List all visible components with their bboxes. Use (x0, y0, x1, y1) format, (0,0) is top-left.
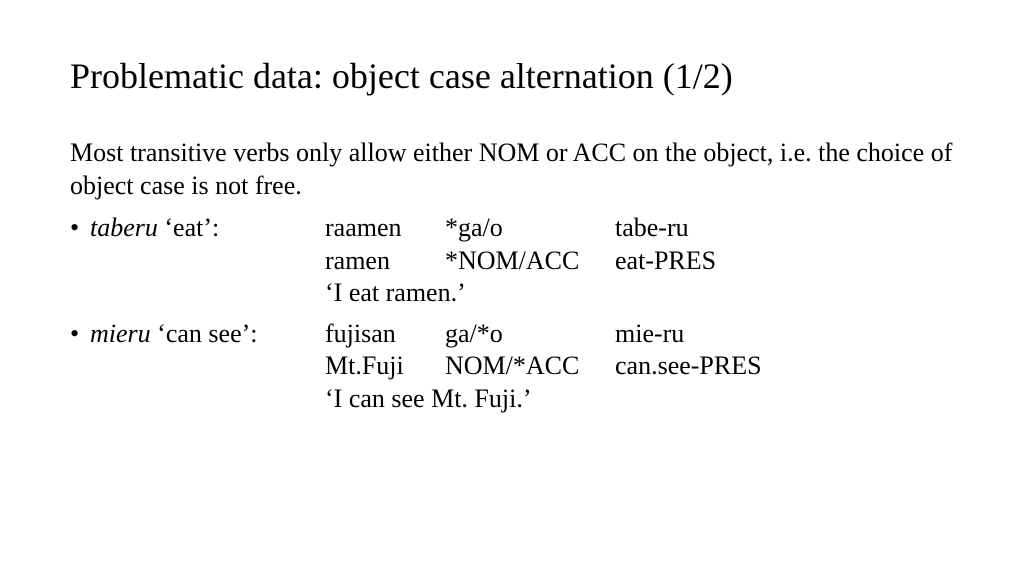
gloss-area: raamen *ga/o tabe-ru ramen *NOM/ACC eat-… (325, 212, 954, 310)
bullet-icon: • (70, 318, 90, 416)
gloss-cell: Mt.Fuji (325, 350, 445, 383)
gloss-area: fujisan ga/*o mie-ru Mt.Fuji NOM/*ACC ca… (325, 318, 954, 416)
example-entry: • mieru ‘can see’: fujisan ga/*o mie-ru … (70, 318, 954, 416)
verb-gloss: ‘can see’: (151, 319, 258, 348)
intro-text: Most transitive verbs only allow either … (70, 137, 954, 202)
gloss-cell: can.see-PRES (615, 350, 954, 383)
gloss-cell: eat-PRES (615, 245, 954, 278)
gloss-cell: *ga/o (445, 212, 615, 245)
bullet-icon: • (70, 212, 90, 310)
gloss-row: fujisan ga/*o mie-ru (325, 318, 954, 351)
verb-italic: taberu (90, 213, 158, 242)
verb-term: taberu ‘eat’: (90, 212, 325, 310)
verb-italic: mieru (90, 319, 151, 348)
gloss-cell: NOM/*ACC (445, 350, 615, 383)
gloss-row: ramen *NOM/ACC eat-PRES (325, 245, 954, 278)
translation-text: ‘I can see Mt. Fuji.’ (325, 383, 954, 416)
gloss-cell: ga/*o (445, 318, 615, 351)
gloss-cell: fujisan (325, 318, 445, 351)
verb-term: mieru ‘can see’: (90, 318, 325, 416)
example-entry: • taberu ‘eat’: raamen *ga/o tabe-ru ram… (70, 212, 954, 310)
gloss-row: raamen *ga/o tabe-ru (325, 212, 954, 245)
gloss-row: Mt.Fuji NOM/*ACC can.see-PRES (325, 350, 954, 383)
verb-gloss: ‘eat’: (158, 213, 219, 242)
gloss-cell: tabe-ru (615, 212, 954, 245)
gloss-cell: raamen (325, 212, 445, 245)
translation-text: ‘I eat ramen.’ (325, 277, 954, 310)
gloss-cell: ramen (325, 245, 445, 278)
gloss-cell: *NOM/ACC (445, 245, 615, 278)
gloss-cell: mie-ru (615, 318, 954, 351)
slide-title: Problematic data: object case alternatio… (70, 55, 954, 97)
